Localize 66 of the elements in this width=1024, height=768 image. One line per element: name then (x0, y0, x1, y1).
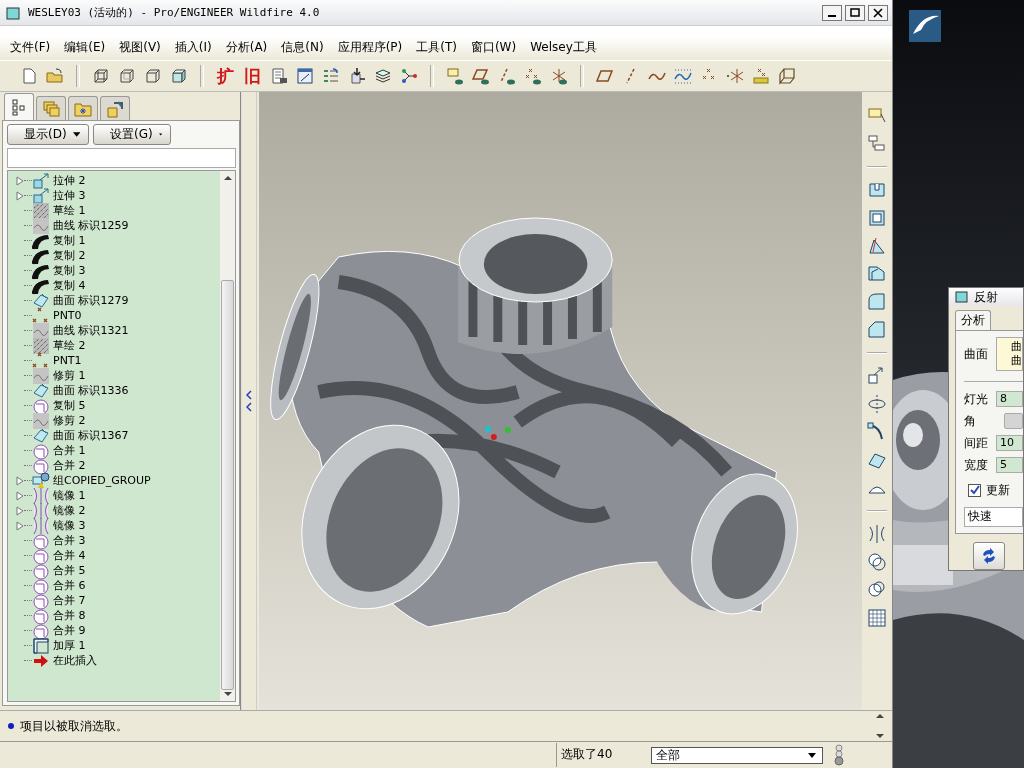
input-field[interactable]: 10 (996, 435, 1023, 451)
menu-item[interactable]: 工具(T) (410, 37, 463, 58)
tree-item[interactable]: 合并 9 (53, 623, 86, 638)
tree-item[interactable]: 修剪 2 (53, 413, 86, 428)
tree-item[interactable]: 曲线 标识1321 (53, 323, 129, 338)
menu-item[interactable]: 信息(N) (275, 37, 330, 58)
tree-item[interactable]: PNT1 (53, 354, 82, 367)
tree-item[interactable]: 镜像 3 (53, 518, 86, 533)
tree-item[interactable]: 拉伸 3 (53, 188, 86, 203)
glyph-button[interactable]: 扩 (216, 66, 235, 86)
tree-item[interactable]: 合并 2 (53, 458, 86, 473)
menu-item[interactable]: 窗口(W) (464, 37, 523, 58)
tree-item[interactable]: 镜像 1 (53, 488, 86, 503)
tree-item[interactable]: 曲面 标识1336 (53, 383, 129, 398)
tree-item[interactable]: 复制 3 (53, 263, 86, 278)
tree-item[interactable]: 合并 3 (53, 533, 86, 548)
field-label: 曲面 (964, 345, 989, 363)
tree-item[interactable]: 加厚 1 (53, 638, 86, 653)
window-title: WESLEY03 (活动的) - Pro/ENGINEER Wildfire 4.0 (28, 5, 321, 20)
filter-dropdown[interactable]: 全部 (651, 746, 823, 764)
menu-item[interactable]: 视图(V) (113, 37, 167, 58)
tree-item[interactable]: 合并 8 (53, 608, 86, 623)
dropdown-button[interactable]: 显示(D) (7, 124, 89, 145)
menu-item[interactable]: 编辑(E) (58, 37, 112, 58)
dialog-tab[interactable]: 分析 (955, 310, 991, 330)
field-label: 间距 (964, 434, 989, 452)
tree-item[interactable]: 复制 1 (53, 233, 86, 248)
tree-item[interactable]: 曲面 标识1367 (53, 428, 129, 443)
tree-item[interactable]: 复制 4 (53, 278, 86, 293)
tree-item[interactable]: 合并 7 (53, 593, 86, 608)
tree-item[interactable]: 修剪 1 (53, 368, 86, 383)
tree-item[interactable]: 草绘 1 (53, 203, 86, 218)
dropdown-button[interactable]: 设置(G) (93, 124, 171, 145)
tree-item[interactable]: 拉伸 2 (53, 173, 86, 188)
message-text: 项目以被取消选取。 (20, 717, 129, 735)
tree-item[interactable]: 复制 5 (53, 398, 86, 413)
dialog-title: 反射 (974, 288, 998, 306)
menu-item[interactable]: Welsey工具 (524, 37, 603, 58)
list-item[interactable]: 曲 (1011, 340, 1022, 354)
checkbox-label[interactable]: 更新 (986, 482, 1010, 499)
tree-item[interactable]: 草绘 2 (53, 338, 86, 353)
tree-item[interactable]: 合并 1 (53, 443, 86, 458)
selection-count: 选取了40 (556, 743, 641, 767)
field-label: 灯光 (964, 390, 989, 408)
glyph-button[interactable]: 旧 (243, 66, 262, 86)
list-item[interactable]: 曲 (1011, 354, 1022, 368)
tree-item[interactable]: 在此插入 (53, 653, 97, 668)
tree-item[interactable]: 曲线 标识1259 (53, 218, 129, 233)
field-label: 角 (964, 412, 977, 430)
menu-item[interactable]: 应用程序(P) (331, 37, 409, 58)
tree-item[interactable]: 复制 2 (53, 248, 86, 263)
menu-item[interactable]: 插入(I) (168, 37, 218, 58)
tree-item[interactable]: 镜像 2 (53, 503, 86, 518)
tree-item[interactable]: 组COPIED_GROUP (53, 473, 151, 488)
tree-item[interactable]: 曲面 标识1279 (53, 293, 129, 308)
mode-dropdown[interactable]: 快速 (964, 507, 1023, 527)
input-field[interactable]: 8 (996, 391, 1023, 407)
tree-item[interactable]: 合并 5 (53, 563, 86, 578)
tree-item[interactable]: 合并 4 (53, 548, 86, 563)
surface-list[interactable]: 曲 曲 (996, 337, 1023, 371)
tree-item[interactable]: PNT0 (53, 309, 82, 322)
field-label: 宽度 (964, 456, 989, 474)
input-field[interactable]: 5 (996, 457, 1023, 473)
menu-item[interactable]: 分析(A) (219, 37, 274, 58)
menu-item[interactable]: 文件(F) (4, 37, 57, 58)
tree-item[interactable]: 合并 6 (53, 578, 86, 593)
